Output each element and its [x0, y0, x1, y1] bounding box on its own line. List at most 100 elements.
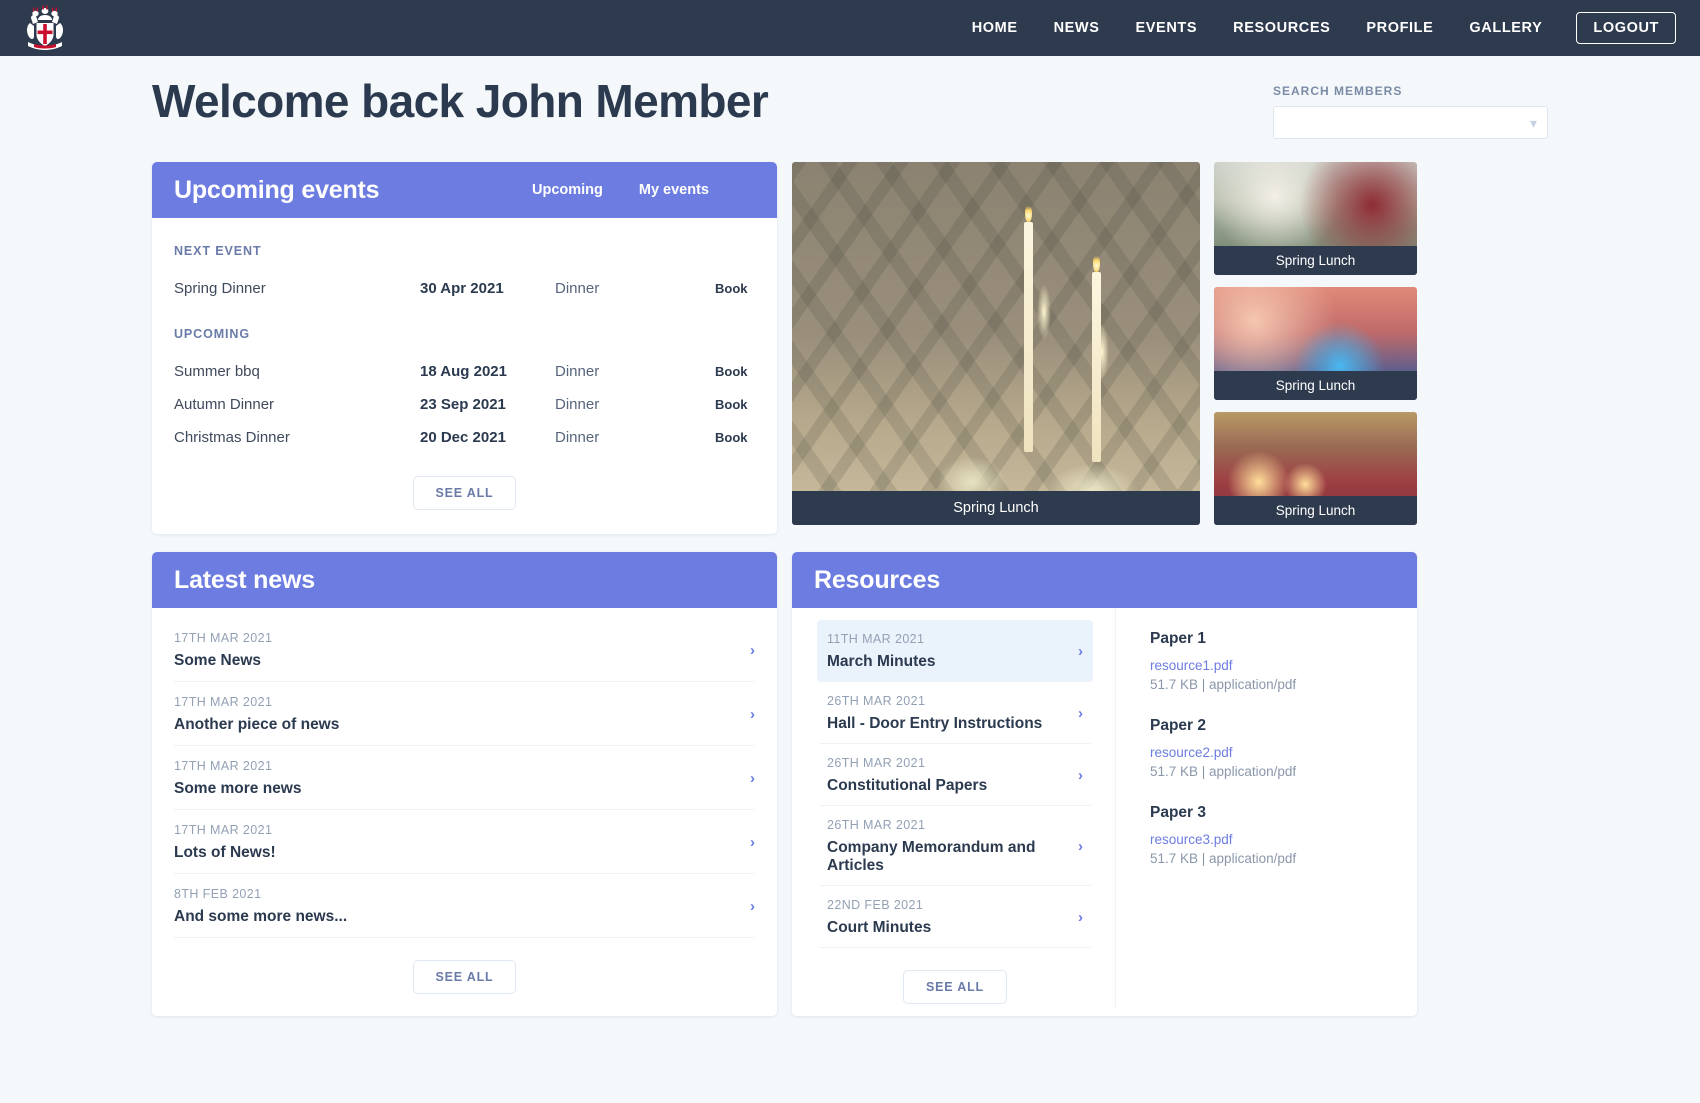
events-see-all-button[interactable]: SEE ALL	[412, 476, 517, 510]
gallery-thumb-caption: Spring Lunch	[1214, 246, 1417, 275]
nav-item-profile[interactable]: PROFILE	[1348, 20, 1451, 36]
gallery-thumbnails: Spring Lunch Spring Lunch Spring Lunch	[1214, 162, 1417, 525]
news-list-item[interactable]: 17TH MAR 2021 Some News ›	[174, 618, 755, 682]
event-name: Summer bbq	[174, 363, 260, 380]
news-see-all-wrap: SEE ALL	[174, 938, 755, 998]
resource-list-item[interactable]: 26TH MAR 2021 Hall - Door Entry Instruct…	[817, 682, 1093, 744]
search-members-select[interactable]: ▾	[1273, 106, 1548, 139]
tab-my-events[interactable]: My events	[639, 182, 709, 198]
paper-meta: 51.7 KB | application/pdf	[1150, 851, 1297, 866]
resources-list: 11TH MAR 2021 March Minutes › 26TH MAR 2…	[792, 608, 1116, 1008]
resource-list-item[interactable]: 26TH MAR 2021 Company Memorandum and Art…	[817, 806, 1093, 886]
dashboard-grid: Upcoming events Upcoming My events NEXT …	[152, 162, 1548, 1016]
nav-item-home[interactable]: HOME	[954, 20, 1036, 36]
resource-title: Company Memorandum and Articles	[827, 839, 1036, 874]
paper-meta: 51.7 KB | application/pdf	[1150, 677, 1297, 692]
resource-title: March Minutes	[827, 653, 936, 670]
chevron-right-icon: ›	[1078, 838, 1083, 855]
paper-file-link[interactable]: resource3.pdf	[1150, 832, 1417, 847]
gallery-main-tile[interactable]: Spring Lunch	[792, 162, 1200, 525]
resource-title: Court Minutes	[827, 919, 932, 936]
event-name: Christmas Dinner	[174, 429, 290, 446]
resources-see-all-wrap: SEE ALL	[817, 948, 1093, 1008]
chevron-down-icon: ▾	[1529, 114, 1537, 131]
resource-date: 26TH MAR 2021	[827, 756, 926, 770]
search-members-label: SEARCH MEMBERS	[1273, 84, 1403, 98]
nav-item-gallery[interactable]: GALLERY	[1451, 20, 1560, 36]
event-type: Dinner	[555, 429, 600, 446]
gallery-thumb[interactable]: Spring Lunch	[1214, 162, 1417, 275]
paper-file-link[interactable]: resource1.pdf	[1150, 658, 1417, 673]
nav-item-news[interactable]: NEWS	[1036, 20, 1118, 36]
event-name: Spring Dinner	[174, 280, 266, 297]
news-list-item[interactable]: 17TH MAR 2021 Some more news ›	[174, 746, 755, 810]
event-book-link[interactable]: Book	[715, 430, 748, 445]
resource-list-item[interactable]: 11TH MAR 2021 March Minutes ›	[817, 620, 1093, 682]
news-title: Some more news	[174, 780, 302, 797]
tab-upcoming[interactable]: Upcoming	[532, 182, 603, 198]
gallery-thumb-caption: Spring Lunch	[1214, 371, 1417, 400]
news-list-item[interactable]: 17TH MAR 2021 Another piece of news ›	[174, 682, 755, 746]
news-title: Another piece of news	[174, 716, 340, 733]
news-body: 17TH MAR 2021 Some News › 17TH MAR 2021 …	[152, 608, 777, 1016]
event-book-link[interactable]: Book	[715, 281, 748, 296]
event-type: Dinner	[555, 396, 600, 413]
resources-header: Resources	[792, 552, 1417, 608]
news-date: 17TH MAR 2021	[174, 631, 273, 645]
paper-name: Paper 1	[1150, 630, 1207, 647]
resource-papers: Paper 1 resource1.pdf 51.7 KB | applicat…	[1116, 608, 1417, 1008]
paper-name: Paper 3	[1150, 804, 1207, 821]
paper-entry: Paper 3 resource3.pdf 51.7 KB | applicat…	[1150, 804, 1417, 866]
events-see-all-wrap: SEE ALL	[174, 454, 755, 514]
nav-item-events[interactable]: EVENTS	[1118, 20, 1216, 36]
news-list-item[interactable]: 17TH MAR 2021 Lots of News! ›	[174, 810, 755, 874]
paper-meta: 51.7 KB | application/pdf	[1150, 764, 1297, 779]
gallery-section: Spring Lunch Spring Lunch Spring Lunch S…	[792, 162, 1417, 525]
resources-see-all-button[interactable]: SEE ALL	[903, 970, 1007, 1004]
latest-news-card: Latest news 17TH MAR 2021 Some News › 17…	[152, 552, 777, 1016]
chevron-right-icon: ›	[1078, 643, 1083, 660]
event-date: 20 Dec 2021	[420, 429, 506, 446]
logout-button[interactable]: LOGOUT	[1576, 12, 1676, 44]
paper-file-link[interactable]: resource2.pdf	[1150, 745, 1417, 760]
primary-nav: HOME NEWS EVENTS RESOURCES PROFILE GALLE…	[954, 12, 1676, 44]
event-date: 30 Apr 2021	[420, 280, 504, 297]
search-members-block: SEARCH MEMBERS ▾	[1273, 74, 1548, 139]
chevron-right-icon: ›	[750, 898, 755, 915]
event-type: Dinner	[555, 280, 600, 297]
resources-body: 11TH MAR 2021 March Minutes › 26TH MAR 2…	[792, 608, 1417, 1008]
event-type: Dinner	[555, 363, 600, 380]
news-see-all-button[interactable]: SEE ALL	[412, 960, 517, 994]
gallery-main-photo	[792, 162, 1200, 525]
page-title: Welcome back John Member	[152, 75, 769, 127]
chevron-right-icon: ›	[1078, 767, 1083, 784]
event-book-link[interactable]: Book	[715, 397, 748, 412]
resources-title: Resources	[814, 565, 941, 594]
upcoming-events-title: Upcoming events	[174, 175, 380, 204]
resource-list-item[interactable]: 26TH MAR 2021 Constitutional Papers ›	[817, 744, 1093, 806]
top-navigation-bar: HOME NEWS EVENTS RESOURCES PROFILE GALLE…	[0, 0, 1700, 56]
resource-date: 26TH MAR 2021	[827, 694, 926, 708]
gallery-thumb[interactable]: Spring Lunch	[1214, 287, 1417, 400]
gallery-main-caption: Spring Lunch	[792, 491, 1200, 525]
upcoming-label: UPCOMING	[174, 327, 250, 341]
chevron-right-icon: ›	[750, 770, 755, 787]
chevron-right-icon: ›	[750, 642, 755, 659]
nav-item-resources[interactable]: RESOURCES	[1215, 20, 1348, 36]
resource-date: 26TH MAR 2021	[827, 818, 926, 832]
event-book-link[interactable]: Book	[715, 364, 748, 379]
event-row[interactable]: Christmas Dinner 20 Dec 2021 Dinner Book	[174, 421, 755, 454]
events-tabs: Upcoming My events	[532, 182, 755, 198]
resource-list-item[interactable]: 22ND FEB 2021 Court Minutes ›	[817, 886, 1093, 948]
upcoming-events-card: Upcoming events Upcoming My events NEXT …	[152, 162, 777, 534]
event-row[interactable]: Spring Dinner 30 Apr 2021 Dinner Book	[174, 272, 755, 305]
logo[interactable]	[18, 3, 72, 53]
event-date: 18 Aug 2021	[420, 363, 507, 380]
gallery-thumb[interactable]: Spring Lunch	[1214, 412, 1417, 525]
news-list-item[interactable]: 8TH FEB 2021 And some more news... ›	[174, 874, 755, 938]
event-row[interactable]: Autumn Dinner 23 Sep 2021 Dinner Book	[174, 388, 755, 421]
event-row[interactable]: Summer bbq 18 Aug 2021 Dinner Book	[174, 355, 755, 388]
paper-entry: Paper 2 resource2.pdf 51.7 KB | applicat…	[1150, 717, 1417, 779]
news-title: Lots of News!	[174, 844, 276, 861]
